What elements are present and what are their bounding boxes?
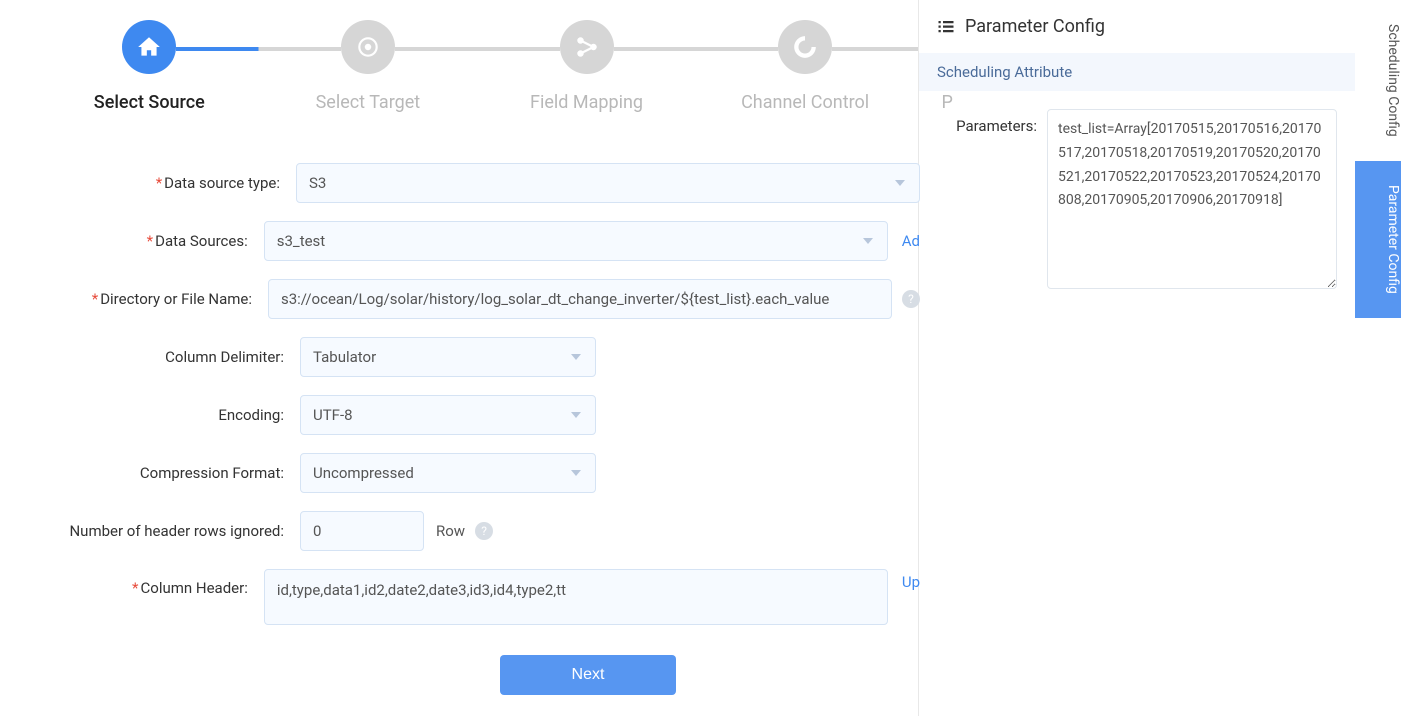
parameter-config-panel: Parameter Config Scheduling Attribute Pa… [918,0,1355,716]
panel-title-text: Parameter Config [965,16,1105,37]
parameters-textarea[interactable] [1047,109,1337,289]
right-vertical-tabs: Scheduling Config Parameter Config [1354,0,1401,716]
step-field-mapping[interactable]: Field Mapping [477,20,696,113]
select-data-source-type[interactable]: S3 [296,163,920,203]
source-form: Data source type: S3 Data Sources: s3_te… [40,163,920,695]
label-data-source-type: Data source type: [40,174,296,192]
label-col-header: Column Header: [40,569,264,597]
step-label: Select Target [259,92,478,113]
target-icon [355,34,381,60]
panel-title: Parameter Config [919,0,1355,53]
vtab-scheduling-config[interactable]: Scheduling Config [1355,0,1401,161]
input-header-rows[interactable] [300,511,424,551]
next-button[interactable]: Next [500,655,676,695]
input-directory[interactable] [268,279,892,319]
vtab-parameter-config[interactable]: Parameter Config [1355,161,1401,318]
step-more[interactable]: P [914,20,980,113]
stepper: Select Source Select Target Field Mappin… [40,20,980,113]
step-select-source[interactable]: Select Source [40,20,259,113]
channel-icon [792,34,818,60]
label-header-rows: Number of header rows ignored: [40,522,300,540]
label-compression: Compression Format: [40,464,300,482]
panel-section-scheduling-attribute: Scheduling Attribute [919,53,1355,91]
select-data-sources[interactable]: s3_test [264,221,888,261]
label-directory: Directory or File Name: [40,290,268,308]
textarea-col-header[interactable] [264,569,888,625]
help-icon[interactable]: ? [902,290,920,308]
step-select-target[interactable]: Select Target [259,20,478,113]
step-label: Channel Control [696,92,915,113]
row-unit: Row [436,522,465,540]
main-wizard: Select Source Select Target Field Mappin… [0,0,918,716]
house-icon [136,34,162,60]
label-data-sources: Data Sources: [40,232,264,250]
step-label: Field Mapping [477,92,696,113]
label-col-delim: Column Delimiter: [40,348,300,366]
select-encoding[interactable]: UTF-8 [300,395,596,435]
step-label: P [914,92,980,113]
label-encoding: Encoding: [40,406,300,424]
col-header-up-link[interactable]: Up [902,569,920,591]
step-channel-control[interactable]: Channel Control [696,20,915,113]
mapping-icon [574,34,600,60]
select-compression[interactable]: Uncompressed [300,453,596,493]
help-icon[interactable]: ? [475,522,493,540]
data-sources-add-link[interactable]: Ad [902,232,920,250]
step-label: Select Source [40,92,259,113]
select-col-delim[interactable]: Tabulator [300,337,596,377]
